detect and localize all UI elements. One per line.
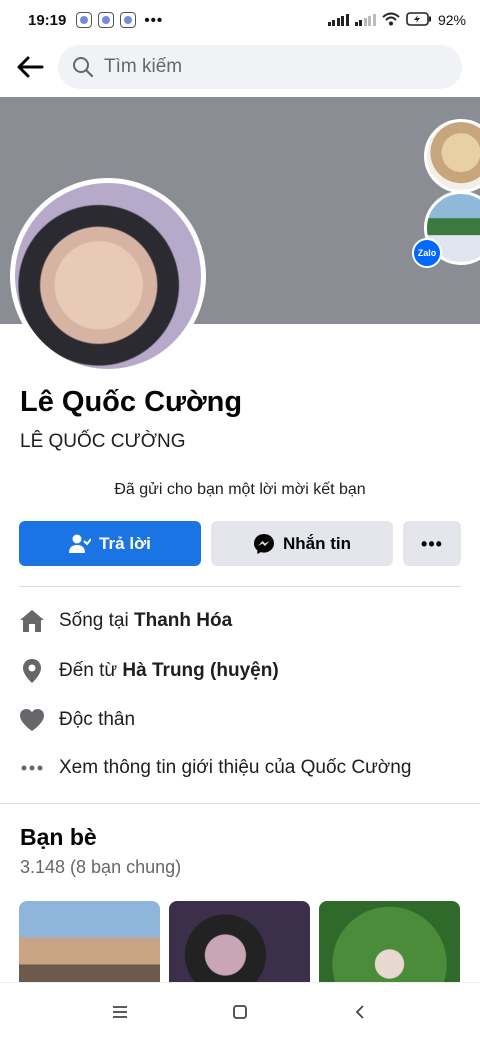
lives-prefix: Sống tại: [59, 610, 134, 631]
more-options-button[interactable]: •••: [403, 521, 461, 566]
message-button[interactable]: Nhắn tin: [211, 521, 393, 566]
search-input[interactable]: Tìm kiếm: [58, 45, 462, 89]
arrow-left-icon: [17, 56, 44, 78]
from-value[interactable]: Hà Trung (huyện): [122, 660, 278, 681]
status-more-icon: •••: [144, 11, 164, 29]
friend-request-text: Đã gửi cho bạn một lời mời kết bạn: [114, 481, 366, 498]
divider: [19, 586, 461, 587]
search-icon: [73, 57, 94, 78]
heart-icon: [19, 707, 45, 733]
menu-icon: [113, 1005, 127, 1018]
facebook-notification-icon: [120, 12, 137, 28]
friend-card[interactable]: [169, 901, 310, 991]
dots-icon: [19, 755, 45, 781]
friends-count: 3.148 (8 bạn chung): [20, 857, 182, 877]
detail-relationship: Độc thân: [19, 703, 135, 737]
status-time: 19:19: [28, 11, 67, 29]
friends-title: Bạn bè: [20, 824, 97, 850]
friend-card[interactable]: [19, 901, 160, 991]
notification-icons: [76, 12, 137, 28]
recent-apps-button[interactable]: [100, 992, 140, 1032]
status-right: 92%: [327, 11, 466, 29]
search-placeholder: Tìm kiếm: [104, 56, 183, 77]
alternate-name: LÊ QUỐC CƯỜNG: [20, 431, 186, 452]
messenger-icon: [254, 533, 274, 554]
section-divider: [0, 803, 480, 804]
location-pin-icon: [19, 658, 45, 684]
battery-level: 92%: [437, 12, 466, 28]
reply-label: Trả lời: [99, 533, 151, 553]
home-button[interactable]: [220, 992, 260, 1032]
lives-value[interactable]: Thanh Hóa: [134, 610, 232, 631]
chevron-left-icon: [355, 1004, 364, 1019]
avatar[interactable]: [10, 178, 206, 374]
square-icon: [233, 1004, 247, 1019]
signal-weak-icon: [354, 14, 376, 26]
friend-card[interactable]: [319, 901, 460, 991]
profile-actions: Trả lời Nhắn tin •••: [19, 521, 461, 566]
system-nav-bar: [0, 982, 480, 1040]
dots-icon: •••: [421, 533, 443, 554]
back-nav-button[interactable]: [340, 992, 380, 1032]
detail-from: Đến từ Hà Trung (huyện): [19, 654, 279, 688]
relationship-status: Độc thân: [59, 709, 136, 730]
wifi-icon: [382, 12, 400, 29]
from-prefix: Đến từ: [59, 660, 123, 681]
see-about-label: Xem thông tin giới thiệu của Quốc Cường: [59, 757, 412, 778]
search-header: Tìm kiếm: [0, 40, 480, 94]
detail-lives-in: Sống tại Thanh Hóa: [19, 604, 232, 638]
person-icon: [69, 534, 92, 553]
house-icon: [19, 608, 45, 634]
status-bar: 19:19 ••• 92%: [0, 0, 480, 40]
zalo-badge: Zalo: [412, 238, 442, 268]
signal-icon: [327, 14, 349, 26]
story-thumbnail[interactable]: [424, 119, 480, 193]
message-label: Nhắn tin: [283, 533, 351, 553]
avatar-photo: [15, 183, 201, 369]
reply-button[interactable]: Trả lời: [19, 521, 201, 566]
back-button[interactable]: [14, 51, 46, 83]
profile-name: Lê Quốc Cường: [20, 386, 243, 418]
battery-icon: [406, 11, 432, 29]
messenger-notification-icon: [76, 12, 93, 28]
see-about-link[interactable]: Xem thông tin giới thiệu của Quốc Cường: [19, 751, 411, 785]
facebook-notification-icon: [98, 12, 115, 28]
